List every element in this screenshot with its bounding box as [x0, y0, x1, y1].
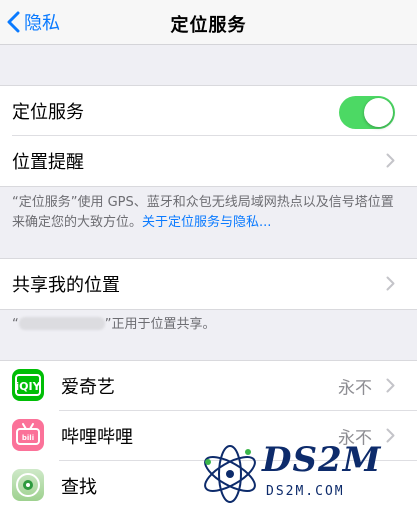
location-alerts-label: 位置提醒: [12, 152, 84, 173]
location-services-label: 定位服务: [12, 102, 84, 123]
share-location-description: “ ”正用于位置共享。: [12, 315, 401, 335]
iqiyi-icon: iQIY: [12, 369, 44, 401]
watermark-brand: DS2M: [262, 440, 382, 480]
find-my-icon: [12, 469, 44, 501]
page-title: 定位服务: [170, 15, 247, 36]
share-location-group: 共享我的位置: [0, 258, 417, 310]
location-services-row: 定位服务: [0, 86, 417, 136]
location-services-description: “定位服务”使用 GPS、蓝牙和众包无线局域网热点以及信号塔位置来确定您的大致方…: [12, 193, 401, 233]
share-description-text: ”正用于位置共享。: [104, 317, 216, 332]
share-open-quote: “: [12, 317, 19, 332]
watermark-logo: DS2M DS2M.COM: [196, 438, 417, 510]
svg-text:bili: bili: [22, 434, 34, 442]
navigation-bar: 隐私 定位服务: [0, 0, 417, 45]
location-alerts-row[interactable]: 位置提醒: [0, 136, 417, 186]
app-row-iqiyi[interactable]: iQIY 爱奇艺 永不: [0, 361, 417, 411]
redacted-device-name: [18, 317, 105, 330]
chevron-right-icon: [386, 153, 395, 168]
svg-text:iQIY: iQIY: [15, 380, 41, 393]
share-my-location-label: 共享我的位置: [12, 275, 120, 296]
chevron-right-icon: [386, 378, 395, 393]
toggle-knob: [364, 98, 393, 127]
location-privacy-link[interactable]: 关于定位服务与隐私...: [142, 215, 271, 230]
location-services-toggle[interactable]: [339, 96, 395, 129]
app-permission-value: 永不: [338, 378, 372, 399]
share-my-location-row[interactable]: 共享我的位置: [0, 259, 417, 309]
chevron-right-icon: [386, 276, 395, 291]
bilibili-icon: bili: [12, 419, 44, 451]
location-settings-group: 定位服务 位置提醒: [0, 85, 417, 187]
watermark-url: DS2M.COM: [266, 484, 345, 499]
